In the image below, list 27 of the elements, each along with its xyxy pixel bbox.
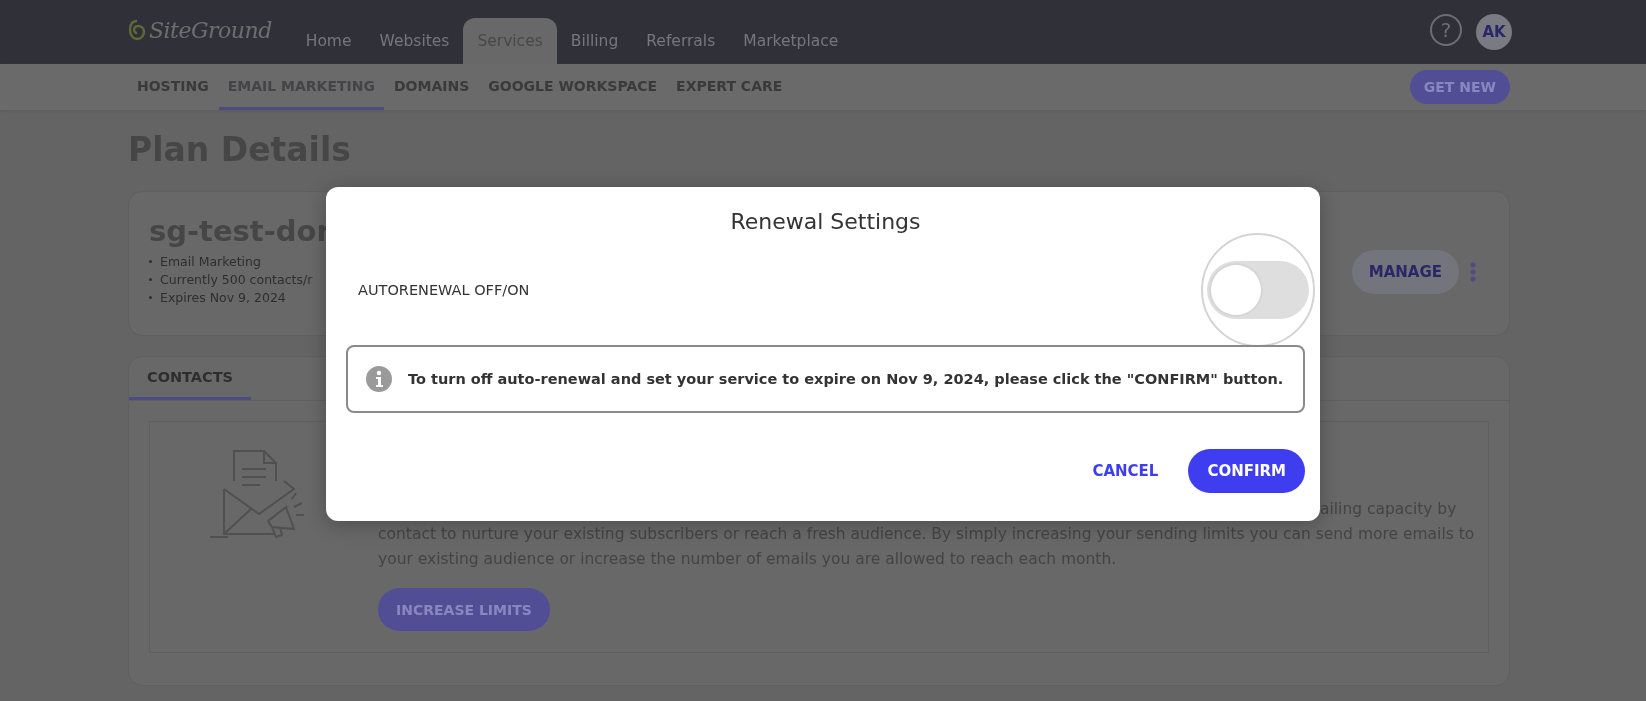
confirm-button[interactable]: CONFIRM — [1188, 449, 1305, 493]
logo-text[interactable]: SiteGround — [149, 17, 272, 43]
nav-tab[interactable]: Billing — [556, 18, 633, 64]
plan-detail: Email Marketing — [160, 253, 261, 269]
nav-tab[interactable]: Home — [291, 18, 366, 64]
help-button[interactable]: ? — [1430, 14, 1462, 46]
panel-tab[interactable]: CONTACTS — [129, 357, 252, 400]
bullet-icon — [149, 277, 152, 281]
get-new-button[interactable]: GET NEW — [1409, 70, 1510, 104]
bullet-icon — [149, 295, 152, 299]
dialog-title: Renewal Settings — [729, 208, 922, 236]
nav-tab[interactable]: Marketplace — [729, 18, 853, 64]
autorenewal-label: AUTORENEWAL OFF/ON — [358, 282, 530, 298]
plan-detail: Currently 500 contacts/r — [160, 271, 313, 287]
increase-limits-button[interactable]: INCREASE LIMITS — [378, 588, 550, 631]
user-avatar[interactable]: AK — [1476, 14, 1512, 50]
bullet-icon — [149, 259, 152, 263]
notice-text: To turn off auto-renewal and set your service to expire on Nov 9, 2024, please click the "CONFIRM" button. — [408, 371, 1284, 387]
nav-tab[interactable]: Websites — [365, 18, 464, 64]
cancel-button[interactable]: CANCEL — [1092, 462, 1159, 480]
manage-button[interactable]: MANAGE — [1351, 250, 1459, 294]
logo-swirl-icon — [128, 19, 146, 41]
more-options-icon[interactable] — [1469, 262, 1477, 282]
info-icon — [366, 366, 392, 392]
nav-tab[interactable]: Referrals — [632, 18, 730, 64]
autorenewal-toggle[interactable] — [1207, 261, 1309, 319]
plan-detail: Expires Nov 9, 2024 — [160, 289, 286, 305]
